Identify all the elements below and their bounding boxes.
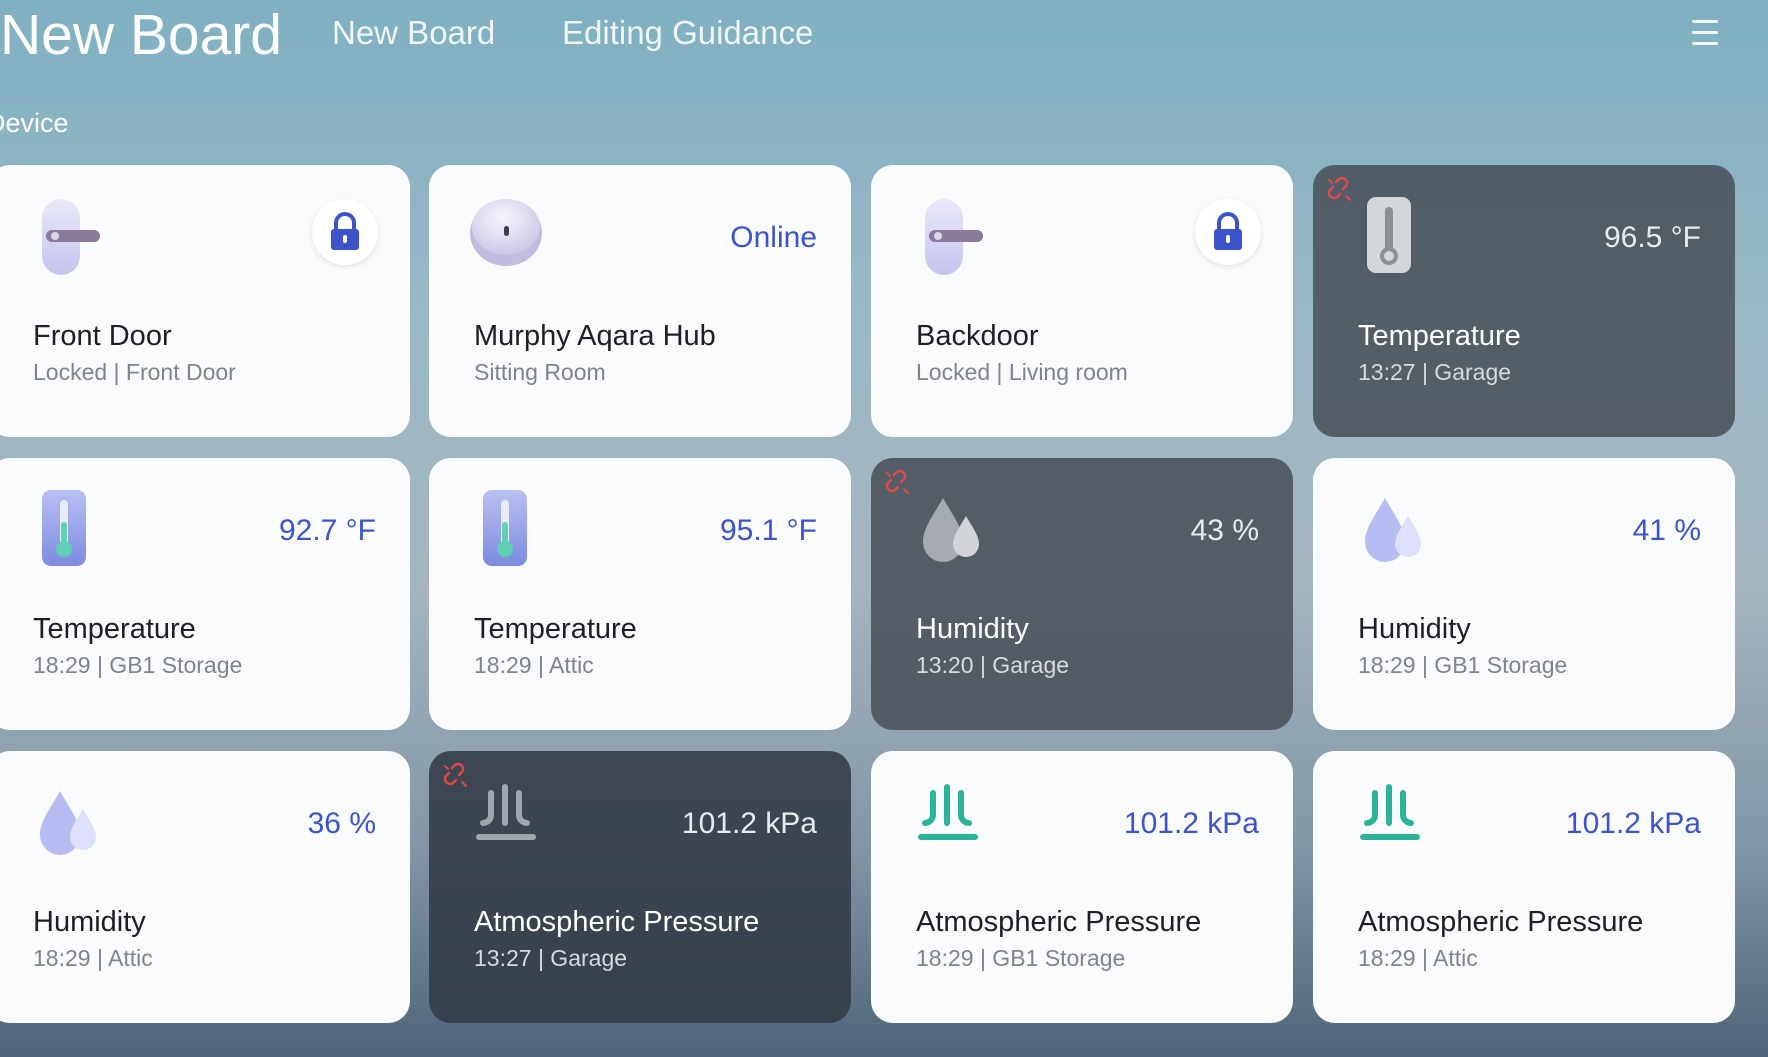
device-name: Temperature xyxy=(474,613,637,645)
device-card-hub[interactable]: Online Murphy Aqara Hub Sitting Room xyxy=(429,165,851,437)
thermometer-icon xyxy=(28,486,118,576)
page-title: New Board xyxy=(0,3,282,67)
humidity-drops-icon xyxy=(28,779,118,869)
hub-icon xyxy=(469,193,559,283)
hamburger-menu-icon[interactable] xyxy=(1692,14,1722,52)
device-name: Atmospheric Pressure xyxy=(474,906,760,938)
lock-icon xyxy=(331,212,359,250)
pressure-icon xyxy=(469,779,559,869)
offline-link-icon xyxy=(883,468,913,498)
device-name: Humidity xyxy=(1358,613,1471,645)
device-card-humidity-gb1[interactable]: 41 % Humidity 18:29 | GB1 Storage xyxy=(1313,458,1735,730)
device-subtitle: 18:29 | Attic xyxy=(1358,945,1478,971)
offline-link-icon xyxy=(441,761,471,791)
device-name: Temperature xyxy=(1358,320,1521,352)
lock-status-button[interactable] xyxy=(312,199,378,265)
device-card-backdoor[interactable]: Backdoor Locked | Living room xyxy=(871,165,1293,437)
device-value: 95.1 °F xyxy=(719,514,817,547)
device-card-pressure-garage[interactable]: 101.2 kPa Atmospheric Pressure 13:27 | G… xyxy=(429,751,851,1023)
device-value: 41 % xyxy=(1632,514,1701,547)
door-lock-icon xyxy=(911,193,1001,283)
device-value: 36 % xyxy=(307,807,376,840)
device-name: Murphy Aqara Hub xyxy=(474,320,716,352)
tab-editing-guidance[interactable]: Editing Guidance xyxy=(562,14,813,52)
pressure-icon xyxy=(911,779,1001,869)
device-name: Atmospheric Pressure xyxy=(916,906,1202,938)
device-name: Front Door xyxy=(33,320,172,352)
thermometer-icon xyxy=(1353,193,1443,283)
device-subtitle: Sitting Room xyxy=(474,359,606,385)
device-card-pressure-attic[interactable]: 101.2 kPa Atmospheric Pressure 18:29 | A… xyxy=(1313,751,1735,1023)
lock-icon xyxy=(1214,212,1242,250)
offline-link-icon xyxy=(1325,175,1355,205)
device-subtitle: 18:29 | Attic xyxy=(474,652,594,678)
device-card-temperature-attic[interactable]: 95.1 °F Temperature 18:29 | Attic xyxy=(429,458,851,730)
device-value: Online xyxy=(730,221,817,254)
device-card-pressure-gb1[interactable]: 101.2 kPa Atmospheric Pressure 18:29 | G… xyxy=(871,751,1293,1023)
section-label: Device xyxy=(0,108,69,138)
thermometer-icon xyxy=(469,486,559,576)
device-subtitle: 13:27 | Garage xyxy=(474,945,628,971)
door-lock-icon xyxy=(28,193,118,283)
device-subtitle: 13:20 | Garage xyxy=(916,652,1070,678)
device-name: Temperature xyxy=(33,613,196,645)
humidity-drops-icon xyxy=(1353,486,1443,576)
device-value: 101.2 kPa xyxy=(681,807,817,840)
device-value: 96.5 °F xyxy=(1603,221,1701,254)
device-name: Humidity xyxy=(916,613,1029,645)
device-value: 101.2 kPa xyxy=(1565,807,1701,840)
device-subtitle: 18:29 | GB1 Storage xyxy=(33,652,243,678)
pressure-icon xyxy=(1353,779,1443,869)
device-card-front-door[interactable]: Front Door Locked | Front Door xyxy=(0,165,410,437)
device-subtitle: Locked | Front Door xyxy=(33,359,236,385)
device-name: Backdoor xyxy=(916,320,1039,352)
device-subtitle: 18:29 | GB1 Storage xyxy=(1358,652,1568,678)
device-name: Atmospheric Pressure xyxy=(1358,906,1644,938)
device-subtitle: 18:29 | GB1 Storage xyxy=(916,945,1126,971)
device-subtitle: 13:27 | Garage xyxy=(1358,359,1512,385)
tab-new-board[interactable]: New Board xyxy=(332,14,495,52)
device-card-temperature-garage[interactable]: 96.5 °F Temperature 13:27 | Garage xyxy=(1313,165,1735,437)
header-bar: New Board New Board Editing Guidance xyxy=(0,0,1768,90)
device-card-humidity-garage[interactable]: 43 % Humidity 13:20 | Garage xyxy=(871,458,1293,730)
device-subtitle: 18:29 | Attic xyxy=(33,945,153,971)
device-card-temperature-gb1[interactable]: 92.7 °F Temperature 18:29 | GB1 Storage xyxy=(0,458,410,730)
humidity-drops-icon xyxy=(911,486,1001,576)
device-value: 43 % xyxy=(1190,514,1259,547)
device-name: Humidity xyxy=(33,906,146,938)
lock-status-button[interactable] xyxy=(1195,199,1261,265)
device-value: 101.2 kPa xyxy=(1123,807,1259,840)
device-card-humidity-attic[interactable]: 36 % Humidity 18:29 | Attic xyxy=(0,751,410,1023)
device-value: 92.7 °F xyxy=(278,514,376,547)
device-subtitle: Locked | Living room xyxy=(916,359,1128,385)
